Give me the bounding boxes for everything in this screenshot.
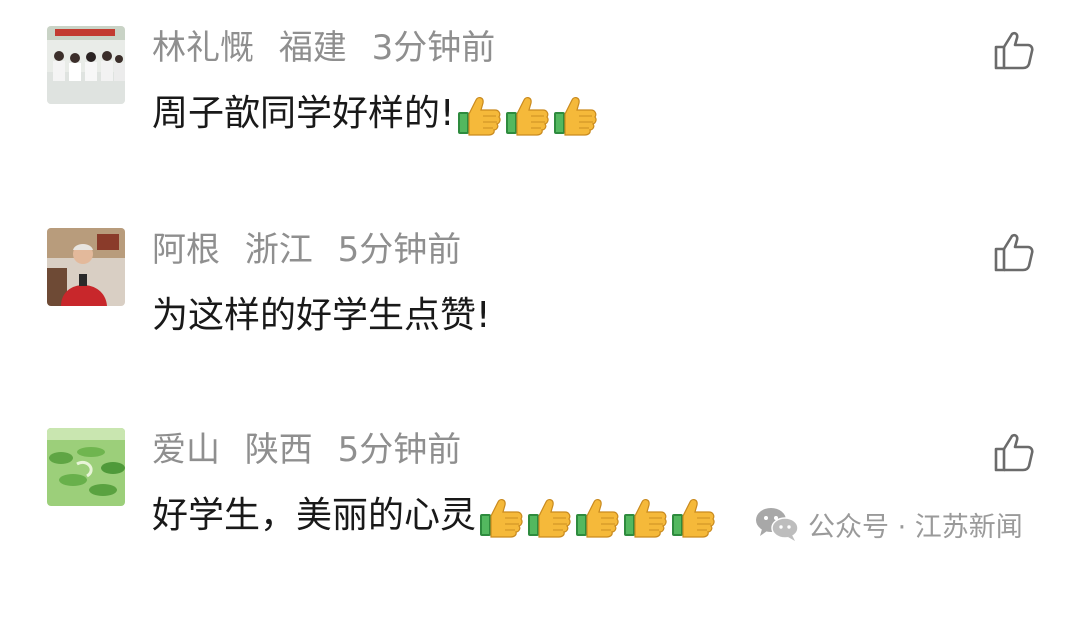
- thumbs-up-emoji-icon: [672, 499, 715, 538]
- lotus-pond-photo-icon: [47, 428, 125, 506]
- thumbs-up-emoji-icon: [554, 97, 598, 136]
- commenter-name[interactable]: 爱山: [152, 430, 220, 470]
- thumbs-up-emoji-icon: [576, 499, 619, 538]
- wechat-icon: [756, 508, 799, 541]
- comment-time: 3分钟前: [371, 28, 496, 68]
- comment-meta: 爱山 陕西 5分钟前: [152, 426, 475, 474]
- thumbs-up-emoji-icon: [506, 97, 550, 136]
- comment-text: 为这样的好学生点赞!: [152, 292, 490, 340]
- commenter-location: 浙江: [244, 230, 313, 270]
- commenter-name[interactable]: 阿根: [152, 230, 220, 270]
- comment-text-body: 周子歆同学好样的!: [152, 93, 455, 134]
- comment-text-body: 好学生，美丽的心灵: [152, 495, 477, 536]
- comment-time: 5分钟前: [337, 430, 462, 470]
- watermark: 公众号 · 江苏新闻: [754, 505, 1023, 543]
- thumbs-up-emoji-icon: [624, 499, 667, 538]
- comment-text: 周子歆同学好样的!: [152, 90, 600, 138]
- thumbs-up-emoji-icon: [458, 97, 502, 136]
- thumbs-up-outline-icon: [994, 433, 1034, 472]
- like-button[interactable]: [992, 430, 1036, 474]
- comment-item: 阿根 浙江 5分钟前 为这样的好学生点赞!: [0, 228, 1080, 428]
- thumbs-up-emoji-group: [478, 494, 718, 538]
- commenter-name[interactable]: 林礼慨: [152, 28, 254, 68]
- like-button[interactable]: [992, 28, 1036, 72]
- like-button[interactable]: [992, 230, 1036, 274]
- thumbs-up-emoji-group: [456, 92, 600, 136]
- man-portrait-photo-icon: [47, 228, 125, 306]
- commenter-location: 福建: [278, 28, 347, 68]
- thumbs-up-emoji-icon: [528, 499, 571, 538]
- comment-text: 好学生，美丽的心灵: [152, 492, 718, 540]
- comment-text-body: 为这样的好学生点赞!: [152, 295, 491, 336]
- avatar[interactable]: [47, 428, 125, 506]
- thumbs-up-outline-icon: [994, 31, 1034, 70]
- avatar[interactable]: [47, 26, 125, 104]
- comment-item: 林礼慨 福建 3分钟前 周子歆同学好样的!: [0, 26, 1080, 226]
- watermark-text: 公众号 · 江苏新闻: [808, 511, 1023, 543]
- comment-time: 5分钟前: [337, 230, 462, 270]
- comment-meta: 林礼慨 福建 3分钟前: [152, 24, 509, 72]
- classroom-photo-icon: [47, 26, 125, 104]
- thumbs-up-outline-icon: [994, 233, 1034, 272]
- comment-meta: 阿根 浙江 5分钟前: [152, 226, 475, 274]
- thumbs-up-emoji-icon: [480, 499, 523, 538]
- commenter-location: 陕西: [244, 430, 313, 470]
- avatar[interactable]: [47, 228, 125, 306]
